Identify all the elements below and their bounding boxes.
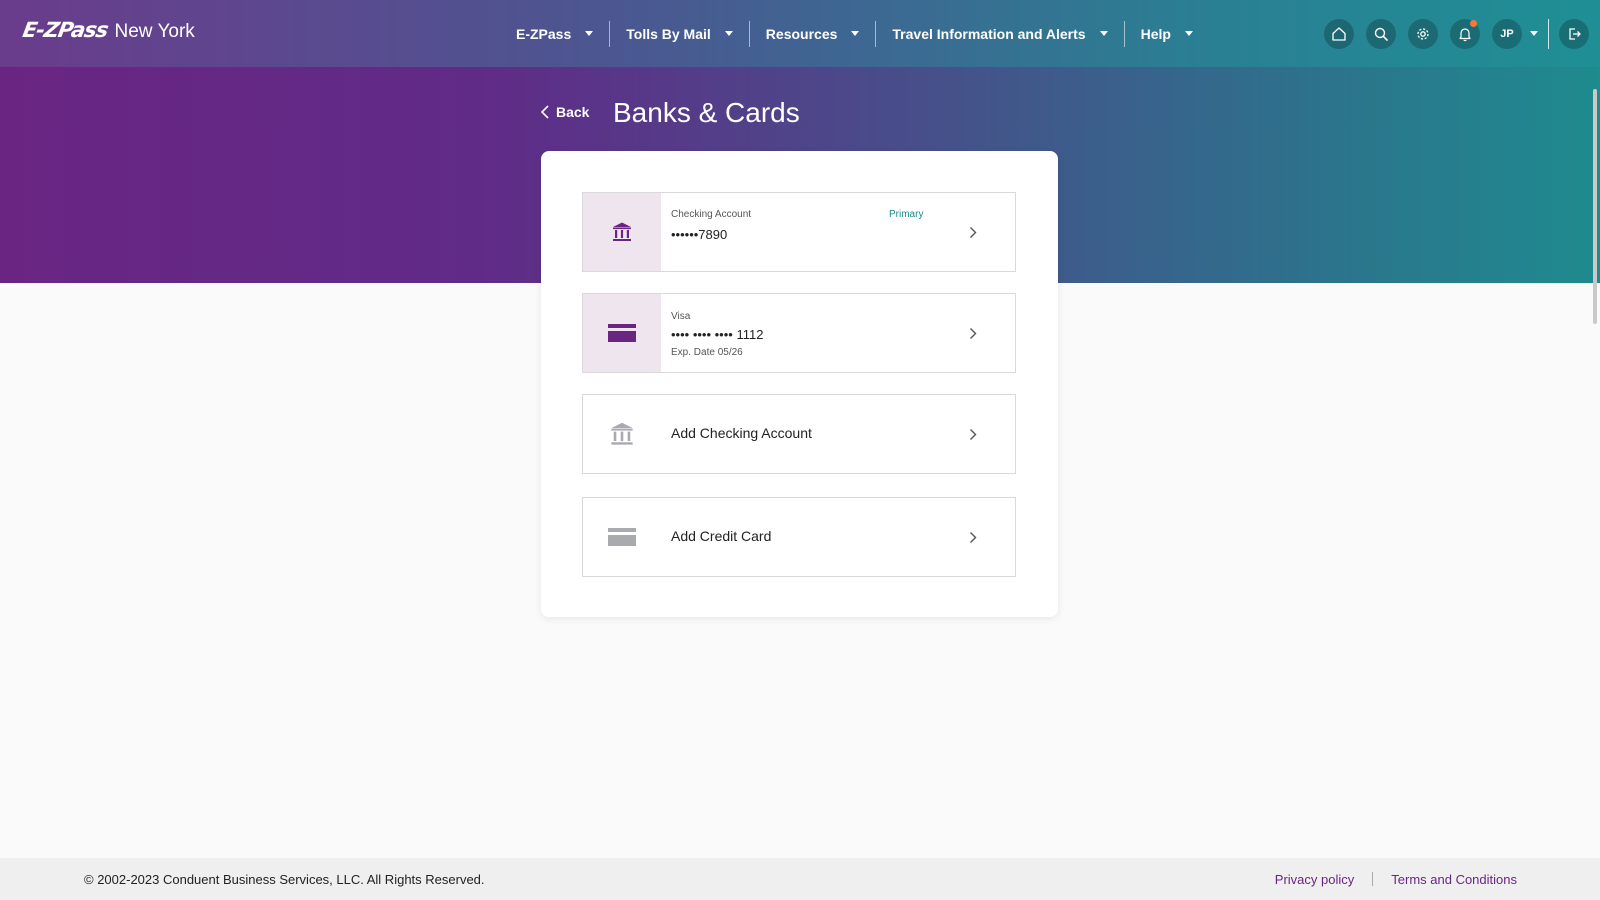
icon-box (583, 498, 661, 576)
user-menu[interactable]: JP (1492, 18, 1538, 49)
bank-icon (611, 422, 633, 445)
nav-travel-info[interactable]: Travel Information and Alerts (876, 21, 1123, 47)
main-nav: E-ZPass Tolls By Mail Resources Travel I… (500, 0, 1209, 67)
nav-help[interactable]: Help (1125, 21, 1209, 47)
caret-down-icon (851, 31, 860, 36)
copyright-text: © 2002-2023 Conduent Business Services, … (84, 871, 485, 887)
chevron-right-icon (970, 227, 977, 238)
footer-links: Privacy policy Terms and Conditions (1275, 872, 1517, 887)
back-button[interactable]: Back (540, 104, 589, 120)
header-divider (1548, 18, 1549, 49)
back-label: Back (556, 104, 590, 120)
chevron-left-icon (540, 105, 549, 119)
footer: © 2002-2023 Conduent Business Services, … (0, 858, 1600, 900)
terms-link[interactable]: Terms and Conditions (1391, 872, 1517, 887)
account-type-label: Checking Account (671, 209, 752, 220)
add-checking-label: Add Checking Account (671, 425, 812, 441)
footer-divider (1372, 872, 1374, 886)
caret-down-icon (585, 31, 594, 36)
notifications-button[interactable] (1450, 18, 1480, 49)
privacy-policy-link[interactable]: Privacy policy (1275, 872, 1354, 887)
chevron-right-icon (970, 328, 977, 339)
icon-box (583, 294, 661, 372)
banks-cards-panel: Checking Account ••••••7890 Primary Visa… (541, 151, 1058, 617)
search-icon (1374, 27, 1388, 41)
add-credit-card-button[interactable]: Add Credit Card (582, 497, 1016, 577)
checking-account-item[interactable]: Checking Account ••••••7890 Primary (582, 192, 1016, 272)
caret-down-icon (1530, 31, 1538, 36)
notification-dot (1470, 19, 1477, 27)
settings-button[interactable] (1408, 18, 1438, 49)
logo-text: New York (114, 21, 195, 42)
header-icons: JP (1312, 0, 1600, 67)
bank-icon (613, 222, 631, 241)
logout-icon (1569, 27, 1581, 40)
chevron-right-icon (970, 532, 977, 543)
gear-icon (1417, 27, 1429, 40)
nav-label: Resources (765, 25, 838, 42)
icon-box (583, 193, 661, 271)
add-checking-account-button[interactable]: Add Checking Account (582, 394, 1016, 474)
nav-tolls-by-mail[interactable]: Tolls By Mail (610, 21, 749, 47)
scrollbar[interactable] (1593, 89, 1597, 324)
bell-icon (1459, 27, 1471, 41)
credit-card-icon (608, 528, 636, 546)
page-title: Banks & Cards (613, 97, 800, 128)
credit-card-icon (608, 324, 636, 342)
icon-box (583, 395, 661, 473)
caret-down-icon (1184, 31, 1193, 36)
logo-mark: E-ZPass (20, 18, 110, 42)
masked-account-number: ••••••7890 (671, 227, 728, 242)
nav-label: E-ZPass (516, 25, 572, 42)
card-brand-label: Visa (671, 311, 691, 322)
nav-label: Tolls By Mail (626, 25, 711, 42)
top-nav-bar: E-ZPass New York E-ZPass Tolls By Mail R… (0, 0, 1600, 67)
add-card-label: Add Credit Card (671, 528, 772, 544)
nav-ezpass[interactable]: E-ZPass (500, 21, 609, 47)
nav-label: Travel Information and Alerts (892, 25, 1086, 42)
caret-down-icon (724, 31, 733, 36)
masked-card-number: •••• •••• •••• 1112 (671, 327, 764, 342)
ezpass-logo[interactable]: E-ZPass New York (20, 18, 195, 43)
chevron-right-icon (970, 429, 977, 440)
home-button[interactable] (1324, 18, 1354, 49)
visa-card-item[interactable]: Visa •••• •••• •••• 1112 Exp. Date 05/26 (582, 293, 1016, 373)
nav-resources[interactable]: Resources (750, 21, 876, 47)
logout-button[interactable] (1559, 18, 1589, 49)
expiration-date: Exp. Date 05/26 (671, 347, 743, 358)
home-icon (1332, 26, 1346, 41)
primary-badge: Primary (889, 209, 924, 220)
avatar: JP (1492, 18, 1522, 49)
nav-label: Help (1140, 25, 1171, 42)
search-button[interactable] (1366, 18, 1396, 49)
caret-down-icon (1099, 31, 1108, 36)
